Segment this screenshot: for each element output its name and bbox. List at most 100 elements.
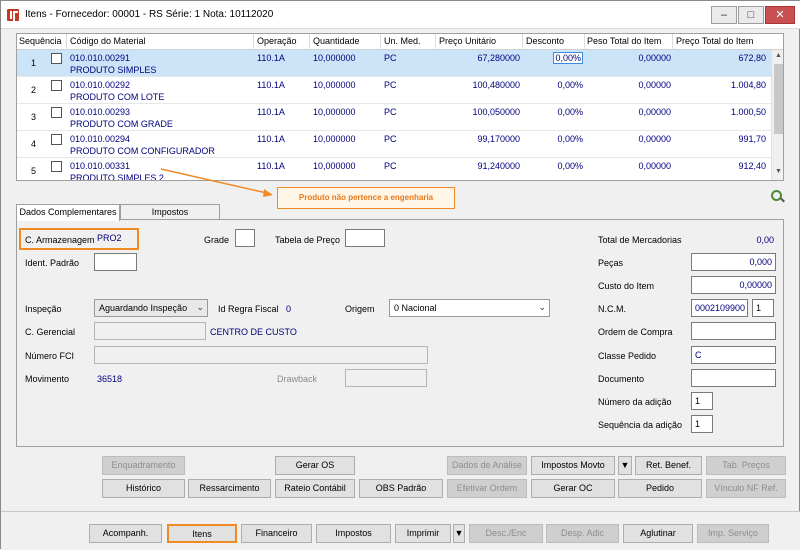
table-row[interactable]: 5 010.010.00331 PRODUTO SIMPLES 2 110.1A… [17, 158, 771, 180]
chevron-down-icon: ▼ [620, 460, 630, 470]
ident-field[interactable] [94, 253, 137, 271]
scroll-thumb[interactable] [774, 64, 783, 134]
origem-value: 0 Nacional [394, 303, 437, 313]
documento-field[interactable] [691, 369, 776, 387]
pedido-button[interactable]: Pedido [618, 479, 702, 498]
impostos-movto-dropdown[interactable]: ▼ [618, 456, 632, 475]
row-dsc[interactable]: 0,00% [553, 52, 583, 64]
rateio-contabil-button[interactable]: Rateio Contábil [275, 479, 355, 498]
custo-field[interactable]: 0,00000 [691, 276, 776, 294]
header-operacao[interactable]: Operação [257, 36, 297, 46]
row-op: 110.1A [257, 134, 285, 144]
grade-field[interactable] [235, 229, 255, 247]
impostos-movto-button[interactable]: Impostos Movto [531, 456, 615, 475]
gerar-oc-button[interactable]: Gerar OC [531, 479, 615, 498]
zoom-icon[interactable] [771, 190, 782, 201]
nadicao-field[interactable]: 1 [691, 392, 713, 410]
ordem-field[interactable] [691, 322, 776, 340]
header-preco-total[interactable]: Preço Total do Item [676, 36, 753, 46]
row-checkbox[interactable] [51, 134, 62, 145]
row-pt: 0,00000 [638, 161, 671, 171]
tab-precos-button[interactable]: Tab. Preços [706, 456, 786, 475]
row-checkbox[interactable] [51, 53, 62, 64]
seqadicao-field[interactable]: 1 [691, 415, 713, 433]
imprimir-button[interactable]: Imprimir [395, 524, 451, 543]
movimento-label: Movimento [25, 374, 70, 384]
inspecao-select[interactable]: Aguardando Inspeção ⌄ [94, 299, 208, 317]
dados-analise-button[interactable]: Dados de Análise [447, 456, 527, 475]
tab-dados-complementares[interactable]: Dados Complementares [16, 204, 120, 221]
origem-label: Origem [345, 304, 375, 314]
total-label: Total de Mercadorias [598, 235, 682, 245]
header-codigo[interactable]: Código do Material [70, 36, 146, 46]
historico-button[interactable]: Histórico [102, 479, 185, 498]
row-seq: 4 [31, 139, 37, 149]
header-desconto[interactable]: Desconto [526, 36, 564, 46]
chevron-down-icon: ▼ [454, 528, 464, 538]
obs-padrao-button[interactable]: OBS Padrão [359, 479, 443, 498]
classe-label: Classe Pedido [598, 351, 657, 361]
fci-field[interactable] [94, 346, 428, 364]
ret-benef-button[interactable]: Ret. Benef. [635, 456, 702, 475]
imprimir-dropdown[interactable]: ▼ [453, 524, 465, 543]
table-row[interactable]: 4 010.010.00294 PRODUTO COM CONFIGURADOR… [17, 131, 771, 158]
pecas-field[interactable]: 0,000 [691, 253, 776, 271]
row-code: 010.010.00293 [70, 107, 131, 117]
scroll-down-icon[interactable]: ▼ [774, 168, 783, 178]
ressarcimento-button[interactable]: Ressarcimento [188, 479, 271, 498]
header-unmed[interactable]: Un. Med. [384, 36, 421, 46]
gerar-os-button[interactable]: Gerar OS [275, 456, 355, 475]
seqadicao-label: Sequência da adição [598, 420, 683, 430]
minimize-button[interactable]: – [711, 6, 737, 24]
desp-adic-button[interactable]: Desp. Adic [546, 524, 619, 543]
row-discount-editor[interactable]: 0,00% [527, 52, 583, 64]
grid-scrollbar[interactable]: ▲ ▼ [771, 50, 783, 180]
enquadramento-button[interactable]: Enquadramento [102, 456, 185, 475]
acompanh-button[interactable]: Acompanh. [89, 524, 162, 543]
scroll-up-icon[interactable]: ▲ [774, 52, 783, 62]
ident-label: Ident. Padrão [25, 258, 80, 268]
regra-label: Id Regra Fiscal [218, 304, 279, 314]
financeiro-button[interactable]: Financeiro [241, 524, 312, 543]
items-grid: Sequência Código do Material Operação Qu… [16, 33, 784, 181]
drawback-field[interactable] [345, 369, 427, 387]
row-pt: 0,00000 [638, 53, 671, 63]
close-button[interactable]: ✕ [765, 6, 795, 24]
ncm-field-2[interactable]: 1 [752, 299, 774, 317]
aglutinar-button[interactable]: Aglutinar [623, 524, 693, 543]
title-bar: Itens - Fornecedor: 00001 - RS Série: 1 … [1, 1, 800, 29]
ncm-label: N.C.M. [598, 304, 626, 314]
row-desc: PRODUTO COM CONFIGURADOR [70, 146, 215, 156]
impostos-button[interactable]: Impostos [316, 524, 391, 543]
classe-field[interactable]: C [691, 346, 776, 364]
total-value: 0,00 [756, 235, 774, 245]
itens-button[interactable]: Itens [167, 524, 237, 543]
header-peso-total[interactable]: Peso Total do Item [587, 36, 661, 46]
chevron-down-icon: ⌄ [538, 302, 546, 312]
imp-servico-button[interactable]: Imp. Serviço [697, 524, 769, 543]
row-checkbox[interactable] [51, 80, 62, 91]
header-sequencia[interactable]: Sequência [19, 36, 62, 46]
tabela-field[interactable] [345, 229, 385, 247]
row-checkbox[interactable] [51, 161, 62, 172]
chevron-down-icon: ⌄ [196, 302, 204, 312]
row-un: PC [384, 161, 397, 171]
row-seq: 5 [31, 166, 37, 176]
table-row[interactable]: 3 010.010.00293 PRODUTO COM GRADE 110.1A… [17, 104, 771, 131]
origem-select[interactable]: 0 Nacional ⌄ [389, 299, 550, 317]
row-checkbox[interactable] [51, 107, 62, 118]
table-row[interactable]: 2 010.010.00292 PRODUTO COM LOTE 110.1A … [17, 77, 771, 104]
custo-label: Custo do Item [598, 281, 655, 291]
tabela-label: Tabela de Preço [275, 235, 341, 245]
maximize-button[interactable]: □ [738, 6, 764, 24]
header-preco-unitario[interactable]: Preço Unitário [439, 36, 496, 46]
efetivar-ordem-button[interactable]: Efetivar Ordem [447, 479, 527, 498]
gerencial-field[interactable] [94, 322, 206, 340]
vinculo-nf-button[interactable]: Vínculo NF Ref. [706, 479, 786, 498]
documento-label: Documento [598, 374, 645, 384]
tab-impostos[interactable]: Impostos [120, 204, 220, 220]
header-quantidade[interactable]: Quantidade [313, 36, 360, 46]
desc-enc-button[interactable]: Desc./Enc [469, 524, 543, 543]
table-row[interactable]: 1 010.010.00291 PRODUTO SIMPLES 110.1A 1… [17, 50, 771, 77]
ncm-field[interactable]: 0002109900 [691, 299, 748, 317]
